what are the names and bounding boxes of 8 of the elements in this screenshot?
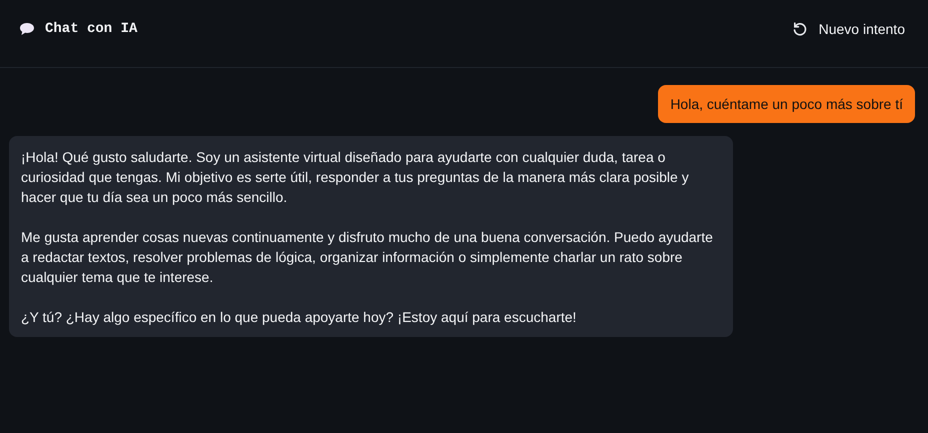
message-text: ¿Y tú? ¿Hay algo específico en lo que pueda apoyarte hoy? ¡Estoy aquí para escucharte! <box>21 308 578 327</box>
message-text: ¡Hola! Qué gusto saludarte. Soy un asistente virtual diseñado para ayudarte con cualquier duda, tarea o curiosidad que tengas. Mi objetivo es serte útil, responder a tus preguntas de la manera más clara posible y hacer que tu día sea un poco más sencillo. <box>21 148 690 207</box>
app-title: Chat con IA <box>45 20 138 36</box>
message-text: Hola, cuéntame un poco más sobre tí <box>670 95 903 114</box>
retry-button[interactable]: Nuevo intento <box>792 14 918 42</box>
speech-bubble-icon <box>19 22 35 36</box>
message-text: Me gusta aprender cosas nuevas continuamente y disfruto mucho de una buena conversación. Puedo ayudarte a redactar textos, resolver problemas de lógica, organizar información o simplemente charlar un rato sobre cualquier tema que te interese. <box>21 228 714 287</box>
retry-icon <box>792 20 808 36</box>
